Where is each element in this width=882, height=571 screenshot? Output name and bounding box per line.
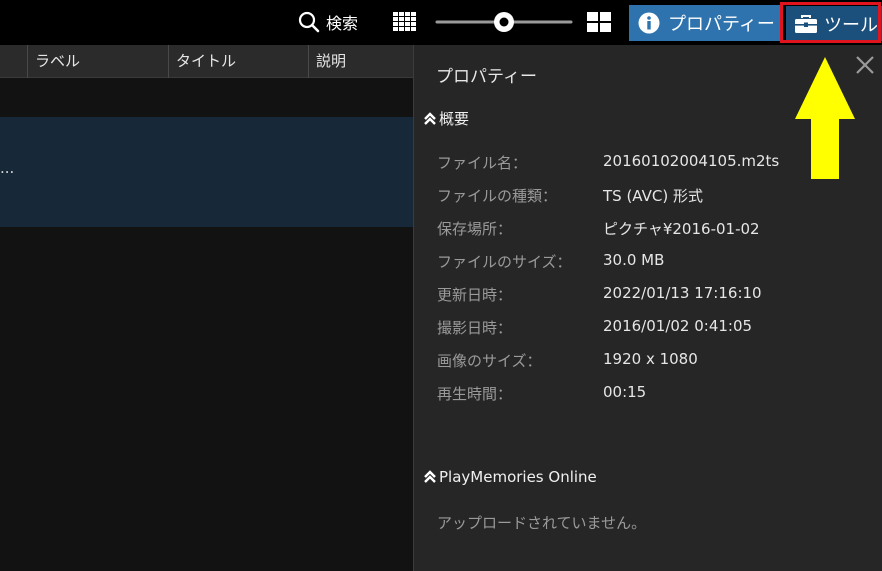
grid-small-icon[interactable]	[393, 12, 417, 32]
annotation-arrow	[795, 57, 855, 179]
property-row-filetype: ファイルの種類： TS (AVC) 形式	[437, 185, 877, 209]
top-toolbar: 検索 プロパティー ツール	[0, 0, 882, 45]
section-playmemories-title: PlayMemories Online	[439, 468, 597, 486]
properties-button[interactable]: プロパティー	[629, 5, 781, 41]
property-value: 2016/01/02 0:41:05	[603, 317, 753, 335]
property-value: TS (AVC) 形式	[603, 187, 703, 205]
property-row-filesize: ファイルのサイズ： 30.0 MB	[437, 251, 877, 275]
info-icon	[638, 12, 660, 34]
table-row[interactable]: ...	[0, 117, 413, 227]
toolbox-icon	[795, 14, 817, 33]
property-label: ファイルの種類：	[437, 187, 558, 205]
column-header-title[interactable]: タイトル	[168, 45, 308, 78]
properties-button-label: プロパティー	[668, 14, 775, 35]
property-row-duration: 再生時間： 00:15	[437, 383, 877, 407]
section-summary-title: 概要	[439, 110, 470, 128]
tools-button[interactable]: ツール	[786, 6, 882, 41]
property-label: 保存場所：	[437, 220, 513, 238]
search-label: 検索	[326, 14, 359, 33]
section-playmemories-header[interactable]: PlayMemories Online	[423, 468, 597, 486]
close-icon[interactable]	[855, 55, 875, 75]
section-summary-header[interactable]: 概要	[423, 108, 469, 129]
column-header-description[interactable]: 説明	[308, 45, 413, 78]
file-list: ...	[0, 78, 413, 571]
property-row-shot-date: 撮影日時： 2016/01/02 0:41:05	[437, 317, 877, 341]
zoom-slider-thumb[interactable]	[494, 12, 514, 32]
property-row-location: 保存場所： ピクチャ¥2016-01-02	[437, 218, 877, 242]
app-window: 検索 プロパティー ツール ラベル タイトル 説明 ... プロパティー 概要 …	[0, 0, 882, 571]
property-value: 1920 x 1080	[603, 350, 698, 368]
list-header: ラベル タイトル 説明	[0, 45, 413, 78]
property-label: ファイルのサイズ：	[437, 253, 572, 271]
search-icon	[298, 11, 320, 33]
zoom-slider[interactable]	[435, 10, 573, 34]
property-label: 再生時間：	[437, 385, 513, 403]
property-label: 撮影日時：	[437, 319, 513, 337]
property-label: ファイル名：	[437, 154, 528, 172]
playmemories-status: アップロードされていません。	[437, 514, 647, 532]
property-row-modified: 更新日時： 2022/01/13 17:16:10	[437, 284, 877, 308]
chevron-double-up-icon	[424, 470, 436, 483]
property-row-dimensions: 画像のサイズ： 1920 x 1080	[437, 350, 877, 374]
property-label: 画像のサイズ：	[437, 352, 542, 370]
property-label: 更新日時：	[437, 286, 513, 304]
property-value: 30.0 MB	[603, 251, 665, 269]
property-value: 20160102004105.m2ts	[603, 152, 780, 170]
search-button[interactable]: 検索	[298, 8, 358, 36]
chevron-double-up-icon	[424, 111, 436, 125]
property-value: 2022/01/13 17:16:10	[603, 284, 762, 302]
panel-title: プロパティー	[436, 67, 537, 87]
grid-large-icon[interactable]	[587, 12, 611, 32]
row-truncated-text: ...	[0, 159, 15, 177]
property-value: 00:15	[603, 383, 647, 401]
property-value: ピクチャ¥2016-01-02	[603, 220, 760, 238]
tools-button-label: ツール	[824, 14, 878, 36]
column-header-label[interactable]: ラベル	[27, 45, 168, 78]
